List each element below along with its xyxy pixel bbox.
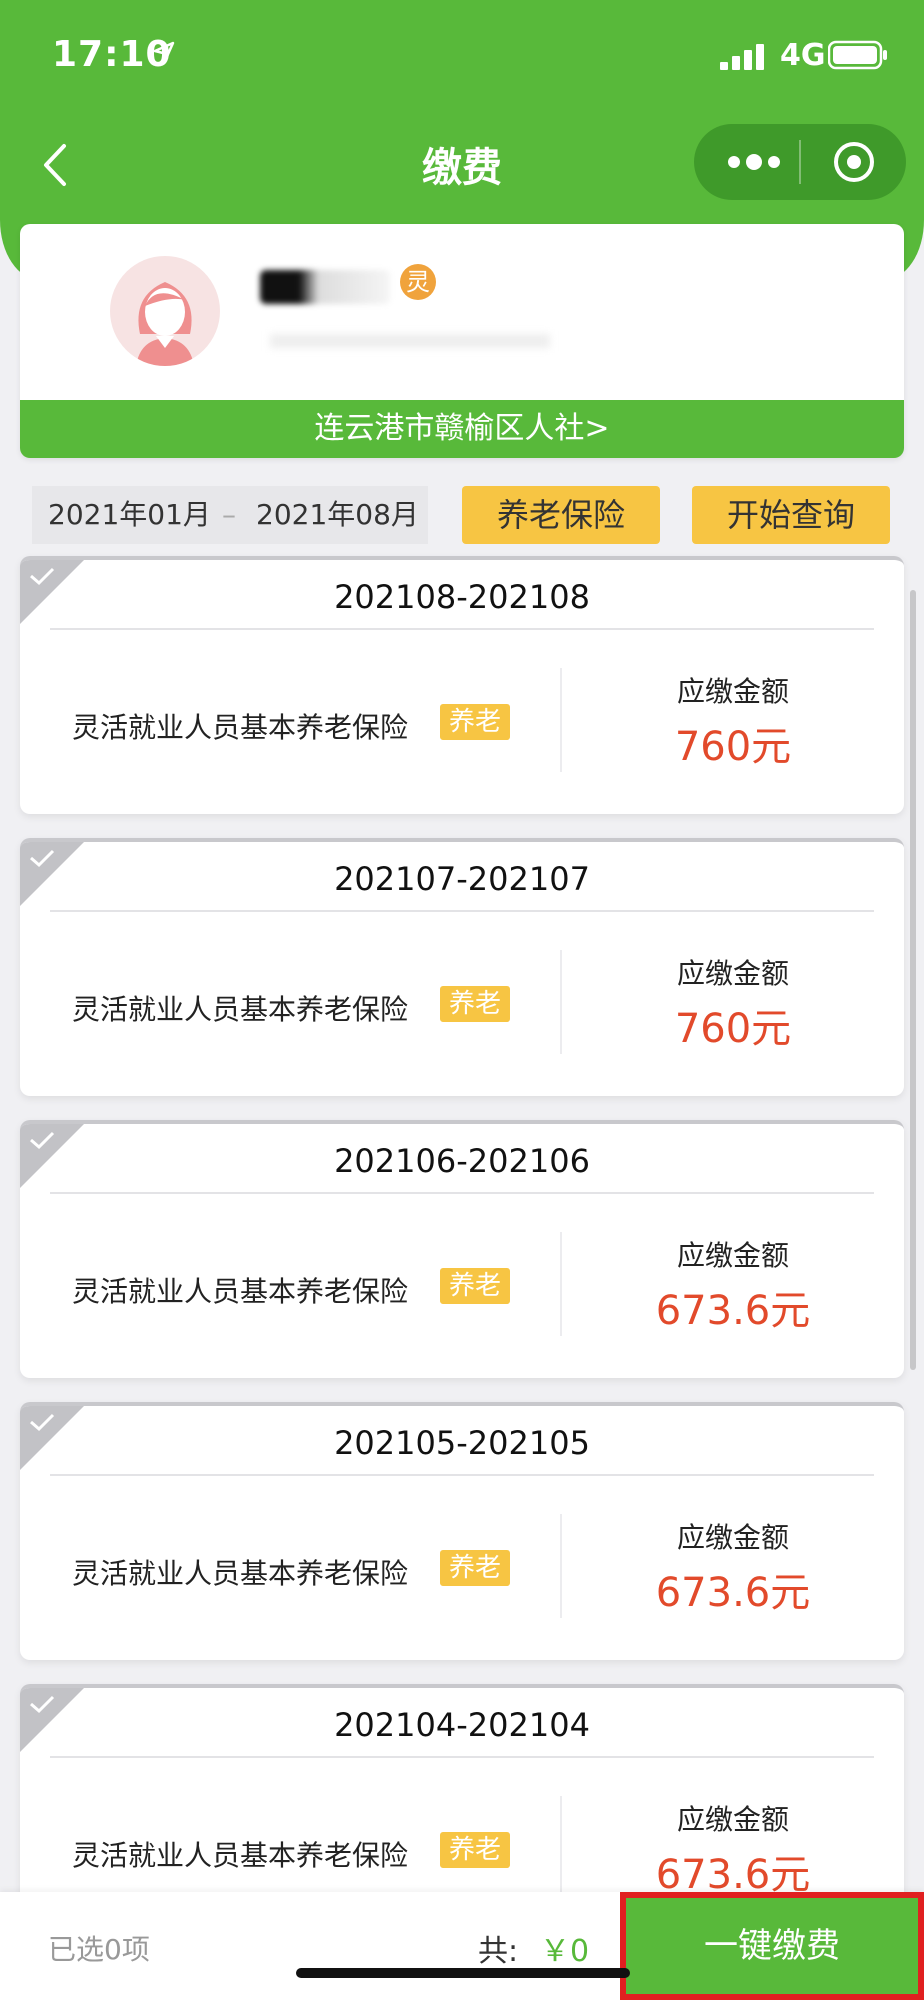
start-date[interactable]: 2021年01月 xyxy=(48,486,211,544)
home-indicator xyxy=(296,1968,630,1978)
close-target-icon[interactable] xyxy=(832,140,876,184)
total-label: 共: xyxy=(478,1934,519,1969)
record-period: 202108-202108 xyxy=(334,578,590,616)
amount-label: 应缴金额 xyxy=(676,1803,789,1836)
insurance-type-button[interactable]: 养老保险 xyxy=(462,486,660,544)
amount-due: 673.6元 xyxy=(655,1570,811,1616)
record-period: 202104-202104 xyxy=(334,1706,590,1744)
payment-record-list: 202108-202108 灵活就业人员基本养老保险 养老 应缴金额 760元 … xyxy=(20,556,904,1966)
pension-badge: 养老 xyxy=(440,704,510,740)
query-button[interactable]: 开始查询 xyxy=(692,486,890,544)
amount-due: 760元 xyxy=(674,1006,792,1052)
record-period: 202106-202106 xyxy=(334,1142,590,1180)
pay-all-button[interactable]: 一键缴费 xyxy=(620,1892,924,2000)
redacted-id xyxy=(270,334,550,348)
more-options-icon[interactable] xyxy=(724,146,784,178)
pension-badge: 养老 xyxy=(440,986,510,1022)
record-period: 202107-202107 xyxy=(334,860,590,898)
amount-label: 应缴金额 xyxy=(676,675,789,708)
status-bar: 17:10 4G xyxy=(0,0,924,110)
record-divider xyxy=(50,1192,874,1194)
record-divider xyxy=(50,1474,874,1476)
profile-card: 灵 连云港市赣榆区人社> xyxy=(20,224,904,458)
female-avatar-icon xyxy=(136,282,194,366)
total-amount: ￥0 xyxy=(540,1934,590,1969)
amount-label: 应缴金额 xyxy=(676,957,789,990)
insurance-name: 灵活就业人员基本养老保险 xyxy=(72,993,409,1026)
pension-badge: 养老 xyxy=(440,1550,510,1586)
bottom-bar: 已选0项 共: ￥0 一键缴费 xyxy=(0,1892,924,2000)
network-type: 4G xyxy=(780,38,826,73)
payment-record[interactable]: 202106-202106 灵活就业人员基本养老保险 养老 应缴金额 673.6… xyxy=(20,1120,904,1378)
record-divider xyxy=(50,1756,874,1758)
signal-strength-icon xyxy=(720,44,764,70)
insurance-name: 灵活就业人员基本养老保险 xyxy=(72,1557,409,1590)
pension-badge: 养老 xyxy=(440,1268,510,1304)
record-divider xyxy=(50,910,874,912)
mini-program-capsule xyxy=(694,124,906,200)
insurance-name: 灵活就业人员基本养老保险 xyxy=(72,711,409,744)
end-date[interactable]: 2021年08月 xyxy=(256,486,419,544)
amount-label: 应缴金额 xyxy=(676,1521,789,1554)
insurance-name: 灵活就业人员基本养老保险 xyxy=(72,1275,409,1308)
flexible-employment-badge: 灵 xyxy=(400,264,436,300)
date-separator: – xyxy=(222,498,236,531)
battery-icon xyxy=(828,40,887,70)
avatar xyxy=(110,256,220,366)
location-arrow-icon xyxy=(153,41,175,63)
payment-record[interactable]: 202107-202107 灵活就业人员基本养老保险 养老 应缴金额 760元 xyxy=(20,838,904,1096)
redacted-name xyxy=(260,270,390,304)
payment-record[interactable]: 202105-202105 灵活就业人员基本养老保险 养老 应缴金额 673.6… xyxy=(20,1402,904,1660)
date-range-picker[interactable]: 2021年01月 – 2021年08月 xyxy=(32,486,428,544)
amount-due: 673.6元 xyxy=(655,1288,811,1334)
pension-badge: 养老 xyxy=(440,1832,510,1868)
payment-record[interactable]: 202108-202108 灵活就业人员基本养老保险 养老 应缴金额 760元 xyxy=(20,556,904,814)
amount-label: 应缴金额 xyxy=(676,1239,789,1272)
scrollbar[interactable] xyxy=(910,590,916,1370)
org-link[interactable]: 连云港市赣榆区人社> xyxy=(20,400,904,458)
insurance-name: 灵活就业人员基本养老保险 xyxy=(72,1839,409,1872)
selected-count: 已选0项 xyxy=(48,1933,150,1966)
record-period: 202105-202105 xyxy=(334,1424,590,1462)
capsule-divider xyxy=(799,140,801,184)
record-divider xyxy=(50,628,874,630)
amount-due: 760元 xyxy=(674,724,792,770)
filter-row: 2021年01月 – 2021年08月 养老保险 开始查询 xyxy=(0,486,924,544)
